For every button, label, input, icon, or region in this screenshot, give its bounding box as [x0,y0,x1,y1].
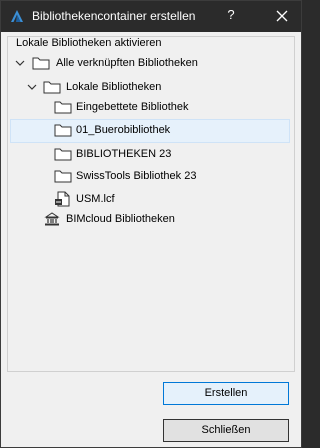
dialog-window: Bibliothekencontainer erstellen ? Lokale… [0,0,302,448]
chevron-down-icon[interactable] [26,81,38,93]
tree-item-label: USM.lcf [76,193,115,205]
folder-icon [54,99,72,115]
close-icon[interactable] [273,7,291,25]
tree-item-label: 01_Buerobibliothek [76,124,171,136]
archicad-logo-icon [10,9,24,23]
tree-item-embedded-library[interactable]: Eingebettete Bibliothek [10,96,290,120]
dialog-title: Bibliothekencontainer erstellen [32,9,196,23]
tree-item-swisstools-library[interactable]: SwissTools Bibliothek 23 [10,165,290,189]
title-bar[interactable]: Bibliothekencontainer erstellen ? [1,1,301,32]
chevron-down-icon[interactable] [14,57,26,69]
folder-icon [43,79,61,95]
help-button[interactable]: ? [223,7,239,25]
tree-item-all-linked-libraries[interactable]: Alle verknüpften Bibliotheken [10,52,290,76]
folder-icon [54,146,72,162]
create-button[interactable]: Erstellen [163,382,289,405]
tree-item-bimcloud-libraries[interactable]: BIMcloud Bibliotheken [10,208,290,232]
folder-icon [32,55,50,71]
tree-item-label: BIMcloud Bibliotheken [66,213,175,225]
tree-item-label: Alle verknüpften Bibliotheken [56,57,198,69]
group-label: Lokale Bibliotheken aktivieren [15,37,163,49]
tree-item-label: BIBLIOTHEKEN 23 [76,148,172,160]
tree-item-bibliotheken-23[interactable]: BIBLIOTHEKEN 23 [10,143,290,167]
close-button[interactable]: Schließen [163,419,289,442]
tree-item-label: Eingebettete Bibliothek [76,101,189,113]
folder-icon [54,122,72,138]
tree-item-label: SwissTools Bibliothek 23 [76,170,197,182]
tree-item-label: Lokale Bibliotheken [66,81,162,93]
tree-item-office-library[interactable]: 01_Buerobibliothek [10,119,290,143]
library-container-file-icon [54,191,72,207]
bimcloud-icon [43,211,61,227]
library-tree[interactable]: Alle verknüpften Bibliotheken Lokale Bib… [10,51,292,369]
folder-icon [54,168,72,184]
